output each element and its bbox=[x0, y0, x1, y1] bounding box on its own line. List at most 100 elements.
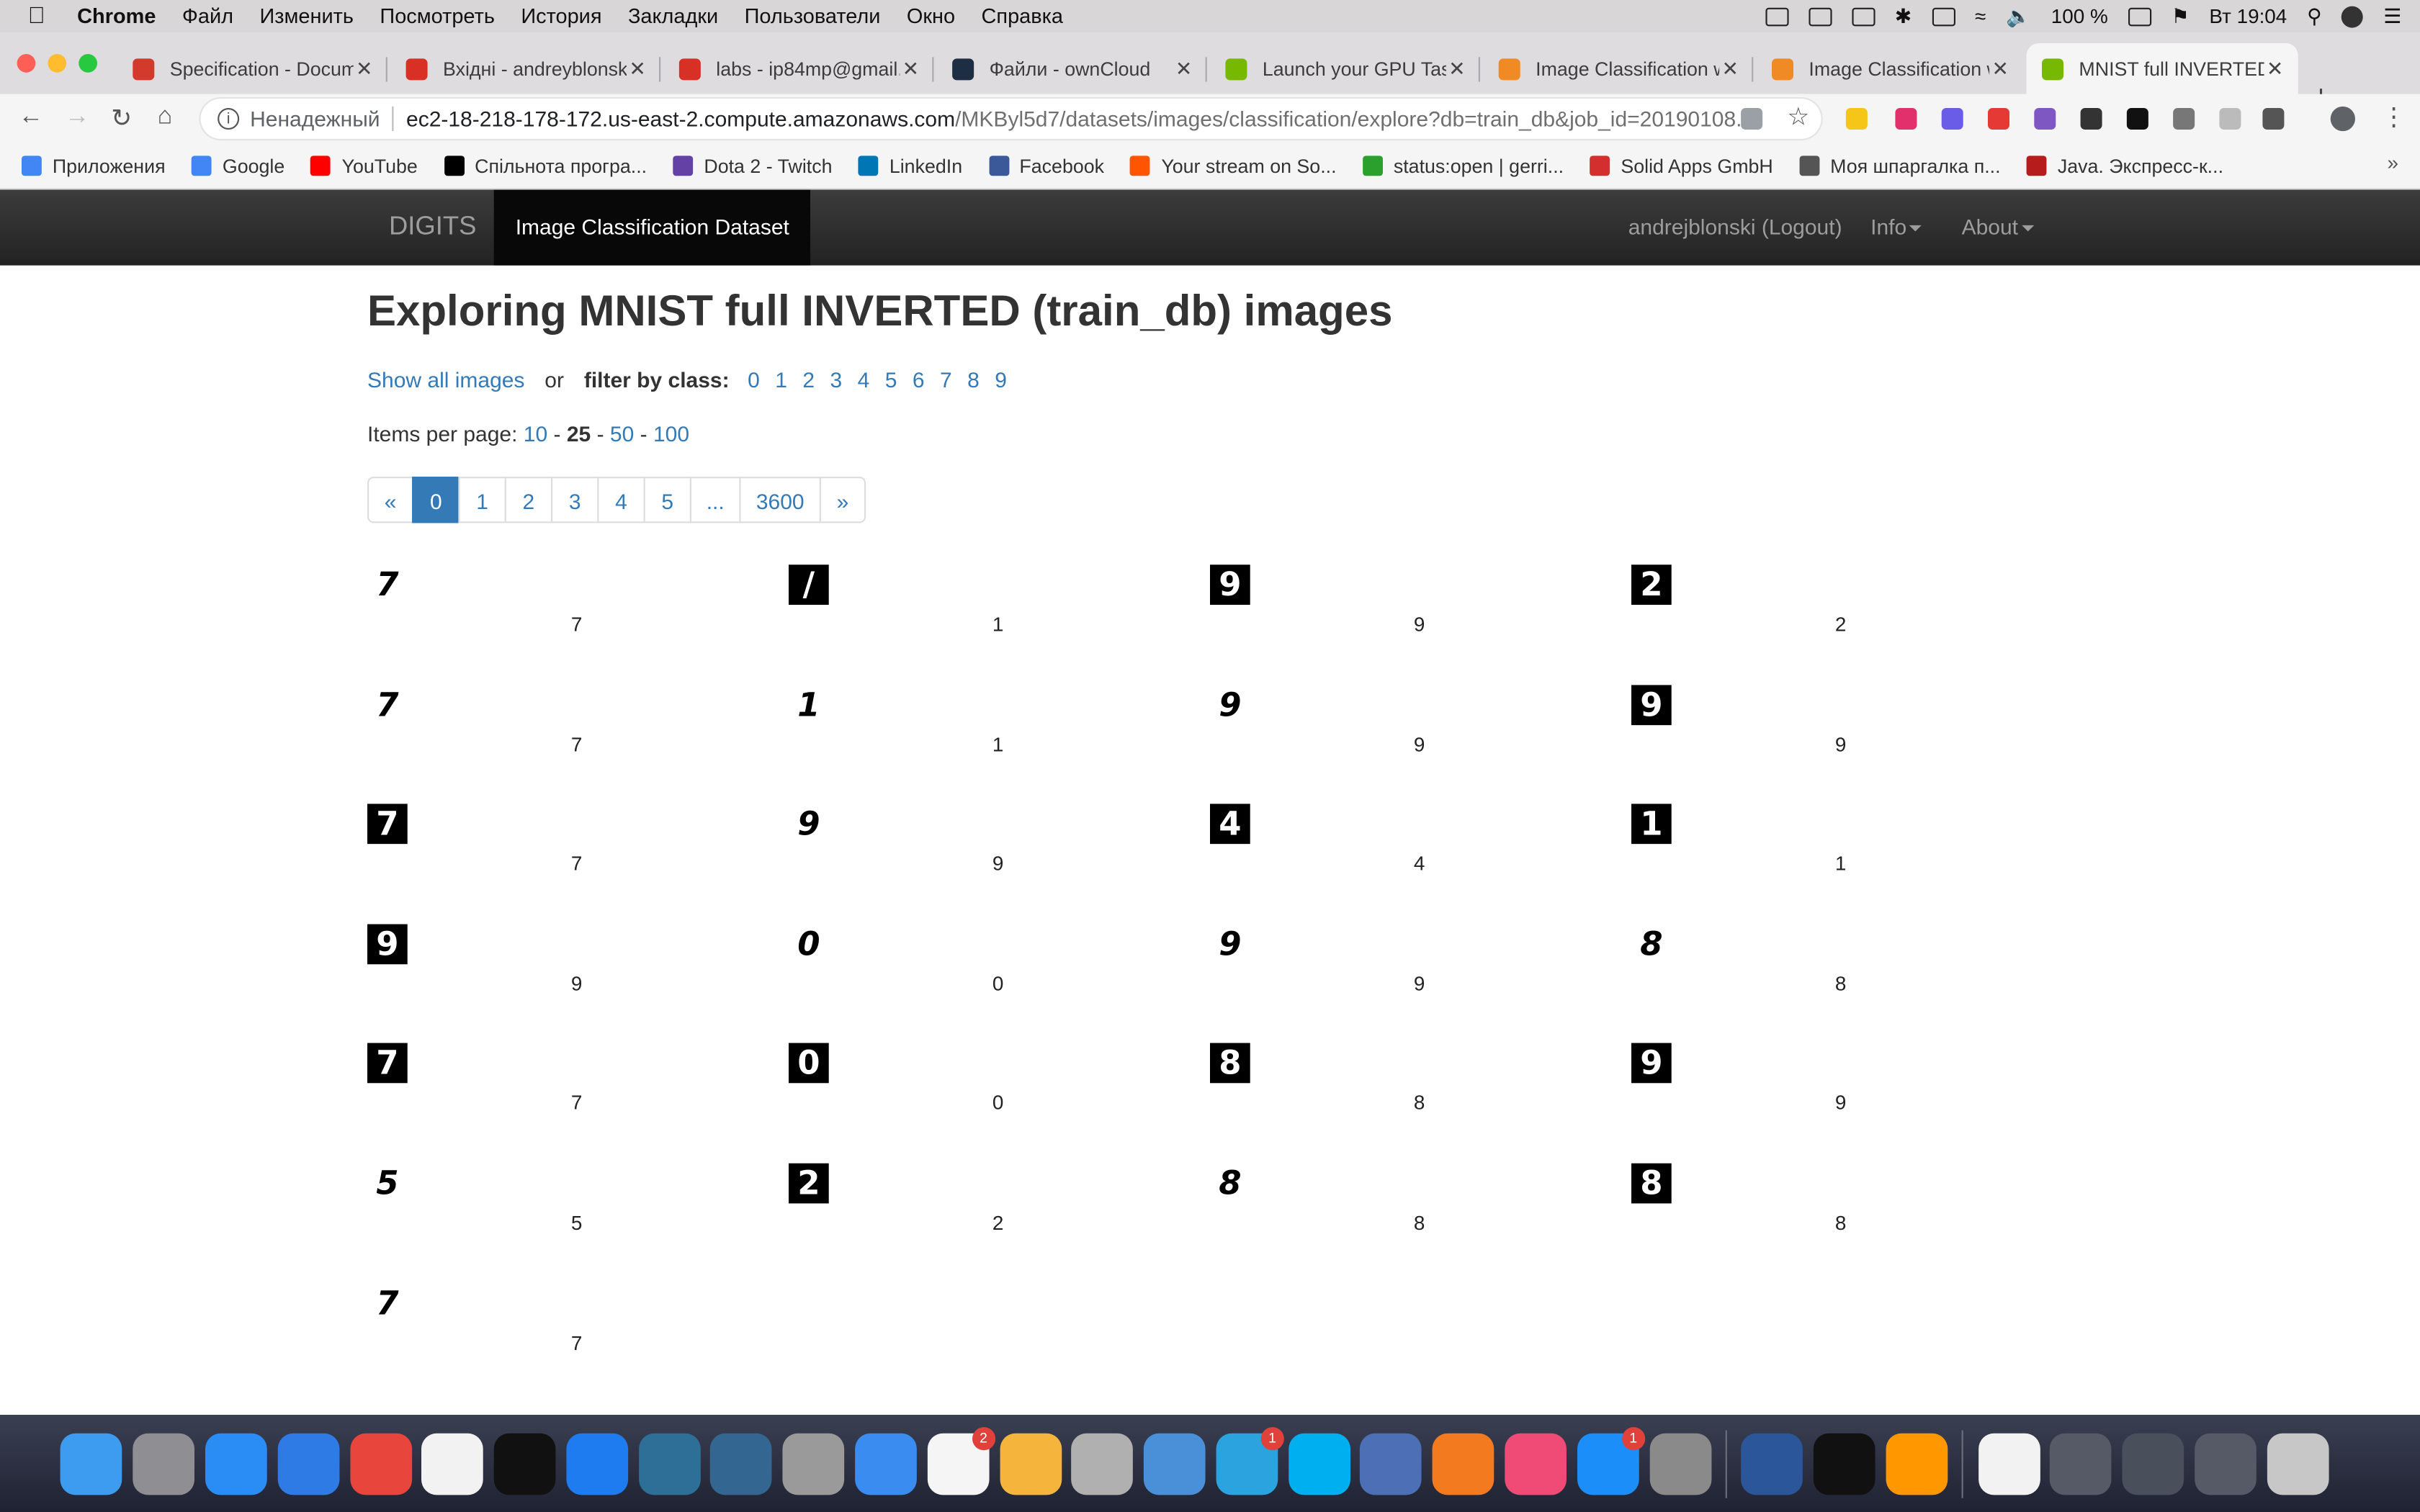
menu-history[interactable]: История bbox=[521, 4, 601, 27]
launchpad-icon[interactable] bbox=[133, 1432, 195, 1495]
about-dropdown[interactable]: About bbox=[1962, 190, 2034, 266]
image-cell[interactable]: 77 bbox=[367, 680, 789, 798]
intellij-icon[interactable] bbox=[493, 1432, 556, 1495]
window-close-button[interactable] bbox=[17, 54, 36, 73]
browser-tab[interactable]: Launch your GPU Task ✕ bbox=[1210, 43, 1480, 94]
image-cell[interactable]: 88 bbox=[1210, 1039, 1631, 1158]
tab-close-icon[interactable]: ✕ bbox=[627, 56, 648, 81]
image-cell[interactable]: 99 bbox=[1210, 680, 1631, 798]
terminal-icon[interactable] bbox=[1814, 1432, 1876, 1495]
image-cell[interactable]: 11 bbox=[1631, 799, 2053, 918]
mnist-digit-thumbnail[interactable]: 9 bbox=[1631, 1043, 1672, 1084]
image-cell[interactable]: 22 bbox=[1631, 560, 2053, 679]
filter-class-8-link[interactable]: 8 bbox=[967, 367, 980, 392]
mnist-digit-thumbnail[interactable]: 7 bbox=[367, 684, 408, 725]
reminders-icon[interactable]: 2 bbox=[927, 1426, 995, 1495]
mnist-digit-thumbnail[interactable]: 9 bbox=[1210, 684, 1250, 725]
menu-people[interactable]: Пользователи bbox=[745, 4, 881, 27]
image-cell[interactable]: 99 bbox=[1210, 919, 1631, 1038]
system-preferences-icon[interactable] bbox=[1649, 1432, 1711, 1495]
mnist-digit-thumbnail[interactable]: 9 bbox=[367, 924, 408, 964]
bookmark-item[interactable]: Solid Apps GmbH bbox=[1590, 155, 1773, 176]
finder-icon[interactable] bbox=[60, 1432, 123, 1495]
extension-6-icon[interactable] bbox=[2080, 108, 2102, 130]
apple-menu-icon[interactable]:  bbox=[28, 3, 53, 29]
menu-window[interactable]: Окно bbox=[907, 4, 955, 27]
window-thumb-3-icon[interactable] bbox=[2195, 1432, 2257, 1495]
image-cell[interactable]: 00 bbox=[789, 919, 1210, 1038]
image-cell[interactable]: 77 bbox=[367, 1039, 789, 1158]
extension-2-icon[interactable] bbox=[1895, 108, 1917, 130]
word-icon[interactable] bbox=[1741, 1432, 1803, 1495]
browser-tab[interactable]: Specification - Docum ✕ bbox=[117, 43, 387, 94]
filter-class-1-link[interactable]: 1 bbox=[775, 367, 787, 392]
filter-class-4-link[interactable]: 4 bbox=[858, 367, 870, 392]
tab-close-icon[interactable]: ✕ bbox=[1446, 56, 1468, 81]
extension-9-icon[interactable] bbox=[2219, 108, 2241, 130]
mnist-digit-thumbnail[interactable]: 4 bbox=[1210, 804, 1250, 845]
show-all-images-link[interactable]: Show all images bbox=[367, 367, 524, 392]
window-thumb-icon[interactable] bbox=[2050, 1432, 2112, 1495]
extension-3-icon[interactable] bbox=[1941, 108, 1963, 130]
bookmark-item[interactable]: Приложения bbox=[22, 155, 166, 176]
photos-icon[interactable] bbox=[999, 1432, 1062, 1495]
bookmark-item[interactable]: status:open | gerri... bbox=[1362, 155, 1564, 176]
bookmark-item[interactable]: Спільнота програ... bbox=[444, 155, 647, 176]
preview-icon[interactable] bbox=[1144, 1432, 1206, 1495]
mnist-digit-thumbnail[interactable]: 7 bbox=[367, 804, 408, 845]
mnist-digit-thumbnail[interactable]: 8 bbox=[1210, 1043, 1250, 1084]
simplenote-icon[interactable] bbox=[855, 1432, 917, 1495]
image-cell[interactable]: 88 bbox=[1631, 1158, 2053, 1277]
nav-image-classification-dataset[interactable]: Image Classification Dataset bbox=[493, 189, 811, 266]
menu-app-name[interactable]: Chrome bbox=[77, 4, 156, 27]
mnist-digit-thumbnail[interactable]: 9 bbox=[789, 804, 829, 845]
image-cell[interactable]: 55 bbox=[367, 1158, 789, 1277]
menu-help[interactable]: Справка bbox=[982, 4, 1064, 27]
notification-center-icon[interactable]: ☰ bbox=[2383, 4, 2401, 28]
mnist-digit-thumbnail[interactable]: 8 bbox=[1631, 924, 1672, 964]
pagination-item[interactable]: 3600 bbox=[739, 477, 821, 523]
extension-5-icon[interactable] bbox=[2034, 108, 2056, 130]
mnist-digit-thumbnail[interactable]: / bbox=[789, 564, 829, 605]
tab-close-icon[interactable]: ✕ bbox=[1173, 56, 1195, 81]
browser-tab[interactable]: Image Classification w ✕ bbox=[1483, 43, 1754, 94]
skype-icon[interactable] bbox=[1288, 1432, 1350, 1495]
keyboard-icon[interactable] bbox=[1932, 6, 1955, 26]
mnist-digit-thumbnail[interactable]: 0 bbox=[789, 1043, 829, 1084]
trash-icon[interactable] bbox=[2267, 1432, 2329, 1495]
bookmark-item[interactable]: YouTube bbox=[310, 155, 418, 176]
profile-avatar[interactable] bbox=[2330, 106, 2355, 132]
bluetooth-icon[interactable]: ✱ bbox=[1895, 4, 1912, 28]
filter-class-0-link[interactable]: 0 bbox=[748, 367, 760, 392]
image-cell[interactable]: 99 bbox=[1631, 680, 2053, 798]
menu-file[interactable]: Файл bbox=[182, 4, 233, 27]
bookmark-item[interactable]: Google bbox=[192, 155, 284, 176]
filter-class-5-link[interactable]: 5 bbox=[885, 367, 897, 392]
image-cell[interactable]: 77 bbox=[367, 799, 789, 918]
pagination-item[interactable]: ... bbox=[689, 477, 741, 523]
calendar-icon[interactable] bbox=[421, 1432, 484, 1495]
extension-10-icon[interactable] bbox=[2262, 108, 2285, 130]
wifi-icon[interactable]: ≈ bbox=[1975, 4, 1986, 27]
image-cell[interactable]: 88 bbox=[1210, 1158, 1631, 1277]
mysql-workbench-icon[interactable] bbox=[638, 1432, 701, 1495]
bookmark-item[interactable]: Your stream on So... bbox=[1130, 155, 1337, 176]
image-cell[interactable]: 11 bbox=[789, 680, 1210, 798]
tab-close-icon[interactable]: ✕ bbox=[1719, 56, 1741, 81]
battery-percent[interactable]: 100 % bbox=[2051, 4, 2108, 27]
app-store-icon[interactable]: 1 bbox=[1577, 1426, 1645, 1495]
mnist-digit-thumbnail[interactable]: 9 bbox=[1210, 924, 1250, 964]
forward-arrow-icon[interactable]: → bbox=[65, 104, 89, 132]
extension-4-icon[interactable] bbox=[1988, 108, 2009, 130]
bookmarks-overflow-icon[interactable]: » bbox=[2387, 151, 2398, 174]
document-icon[interactable] bbox=[1978, 1432, 2040, 1495]
pagination-item[interactable]: « bbox=[367, 477, 414, 523]
home-icon[interactable]: ⌂ bbox=[158, 104, 173, 132]
pagination-item[interactable]: 4 bbox=[597, 477, 645, 523]
calculator-icon[interactable] bbox=[1071, 1432, 1134, 1495]
image-cell[interactable]: 88 bbox=[1631, 919, 2053, 1038]
image-cell[interactable]: 99 bbox=[1210, 560, 1631, 679]
per-page-option-10[interactable]: 10 bbox=[524, 421, 547, 446]
mnist-digit-thumbnail[interactable]: 7 bbox=[367, 1282, 408, 1323]
volume-icon[interactable]: 🔈 bbox=[2006, 4, 2031, 28]
